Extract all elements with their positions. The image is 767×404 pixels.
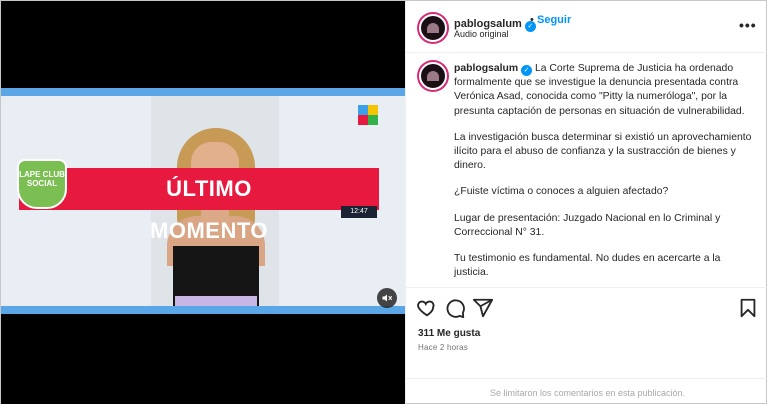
separator-dot: • (530, 14, 534, 26)
frame-bar-bottom (1, 306, 405, 314)
caption-paragraph: ¿Fuiste víctima o conoces a alguien afec… (454, 186, 669, 198)
like-count[interactable]: 311 Me gusta (418, 328, 480, 339)
breaking-news-banner: ÚLTIMO MOMENTO (19, 168, 379, 243)
badge-text: LAPE CLUB SOCIAL (19, 170, 65, 188)
follow-button[interactable]: Seguir (537, 14, 571, 26)
action-bar: 311 Me gusta Hace 2 horas Se limitaron l… (406, 287, 767, 404)
caption-paragraph: Lugar de presentación: Juzgado Nacional … (454, 212, 721, 238)
banner-text: ÚLTIMO MOMENTO (150, 176, 268, 243)
share-icon (472, 298, 494, 318)
post-header: pablogsalum ✓ • Seguir Audio original ••• (406, 1, 767, 53)
caption-text: pablogsalum ✓ La Corte Suprema de Justici… (454, 62, 754, 292)
caption-paragraph: Tu testimonio es fundamental. No dudes e… (454, 253, 721, 279)
verified-badge-icon: ✓ (521, 65, 533, 76)
share-button[interactable] (472, 297, 494, 319)
save-button[interactable] (737, 297, 759, 319)
comment-button[interactable] (444, 297, 466, 319)
caption-section: pablogsalum ✓ La Corte Suprema de Justici… (406, 54, 767, 286)
speaker-muted-icon (382, 294, 392, 302)
bookmark-icon (740, 298, 756, 318)
caption-paragraph: pablogsalum ✓ La Corte Suprema de Justici… (454, 63, 745, 117)
caption-avatar[interactable] (419, 62, 447, 90)
post-sidebar: pablogsalum ✓ • Seguir Audio original •••… (405, 1, 767, 404)
avatar[interactable] (419, 14, 447, 42)
comment-icon (446, 299, 465, 319)
post-modal: ÚLTIMO MOMENTO LAPE CLUB SOCIAL 12:47 pa… (0, 0, 767, 404)
post-timestamp[interactable]: Hace 2 horas (418, 343, 468, 352)
like-button[interactable] (416, 297, 438, 319)
more-options-icon[interactable]: ••• (739, 17, 757, 33)
show-logo-badge: LAPE CLUB SOCIAL (17, 159, 67, 209)
comments-limited-notice: Se limitaron los comentarios en esta pub… (406, 378, 767, 404)
channel-logo-icon (358, 105, 378, 125)
audio-link[interactable]: Audio original (454, 29, 509, 39)
caption-paragraph: La investigación busca determinar si exi… (454, 131, 752, 172)
frame-bar-top (1, 88, 405, 96)
mute-toggle-button[interactable] (377, 288, 397, 308)
media-pane: ÚLTIMO MOMENTO LAPE CLUB SOCIAL 12:47 (1, 1, 405, 404)
heart-icon (417, 300, 435, 317)
caption-username[interactable]: pablogsalum (454, 63, 518, 74)
video-clock: 12:47 (341, 206, 377, 218)
